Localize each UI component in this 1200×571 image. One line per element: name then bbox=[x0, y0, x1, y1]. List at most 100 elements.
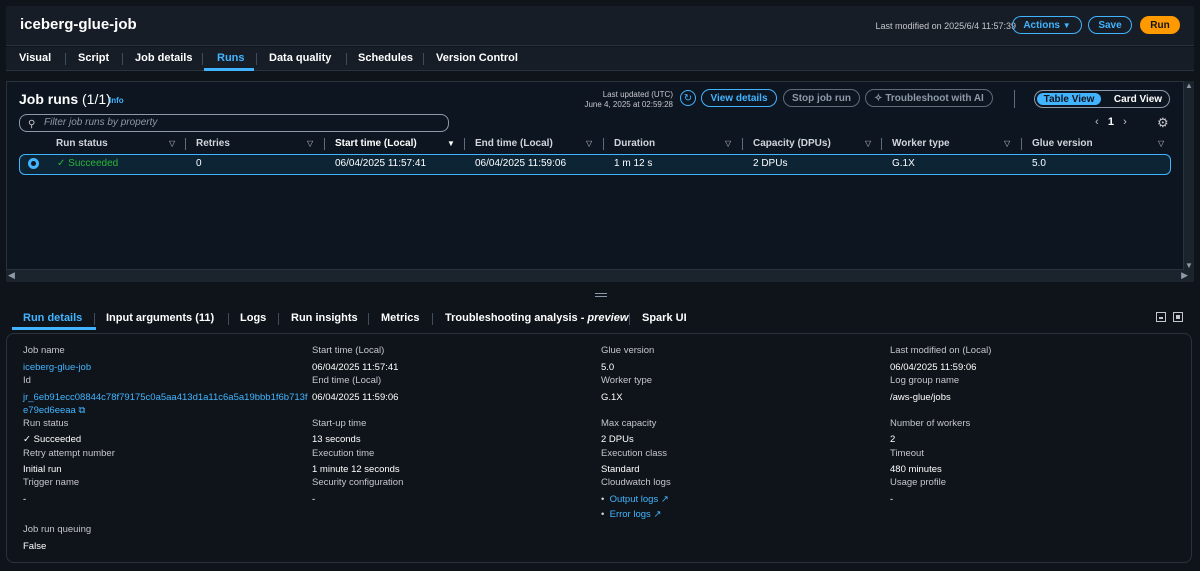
sort-icon[interactable]: ▽ bbox=[865, 139, 871, 148]
start-value: 06/04/2025 11:57:41 bbox=[312, 362, 399, 373]
workers-value: 2 bbox=[890, 434, 896, 445]
prev-page-icon[interactable]: ‹ bbox=[1095, 116, 1099, 128]
tab-run-details[interactable]: Run details bbox=[23, 312, 82, 324]
sort-icon[interactable]: ▽ bbox=[307, 139, 313, 148]
exec-label: Execution time bbox=[312, 448, 375, 459]
table-row[interactable] bbox=[19, 154, 1171, 175]
column-divider bbox=[324, 138, 325, 150]
gear-icon[interactable]: ⚙ bbox=[1157, 115, 1169, 131]
tab-version-control[interactable]: Version Control bbox=[436, 52, 518, 64]
trigger-value: - bbox=[23, 494, 27, 505]
tab-divider bbox=[228, 313, 229, 325]
tab-input-arguments[interactable]: Input arguments (11) bbox=[106, 312, 214, 324]
glue-version-cell: 5.0 bbox=[1032, 158, 1046, 169]
capacity-cell: 2 DPUs bbox=[753, 158, 788, 169]
trigger-label: Trigger name bbox=[23, 477, 80, 488]
job-name-link[interactable]: iceberg-glue-job bbox=[23, 362, 91, 373]
tab-metrics[interactable]: Metrics bbox=[381, 312, 420, 324]
run-id-link-cont[interactable]: e79ed6eeaa ⧉ bbox=[23, 405, 85, 416]
tab-script[interactable]: Script bbox=[78, 52, 109, 64]
glue-value: 5.0 bbox=[601, 362, 615, 373]
info-link[interactable]: Info bbox=[109, 96, 124, 105]
output-logs-link[interactable]: • Output logs ↗ bbox=[601, 494, 669, 505]
current-page[interactable]: 1 bbox=[1108, 116, 1114, 128]
col-end-time[interactable]: End time (Local) bbox=[475, 138, 553, 149]
tab-run-insights[interactable]: Run insights bbox=[291, 312, 358, 324]
tab-divider bbox=[256, 53, 257, 65]
exec-value: 1 minute 12 seconds bbox=[312, 464, 400, 475]
scroll-left-icon[interactable]: ◀ bbox=[8, 270, 15, 281]
glue-label: Glue version bbox=[601, 345, 655, 356]
col-start-time[interactable]: Start time (Local) bbox=[335, 138, 417, 149]
tab-divider bbox=[346, 53, 347, 65]
end-value: 06/04/2025 11:59:06 bbox=[312, 392, 399, 403]
tab-logs[interactable]: Logs bbox=[240, 312, 266, 324]
col-run-status[interactable]: Run status bbox=[56, 138, 108, 149]
split-view-bar bbox=[1159, 315, 1163, 319]
stop-job-run-button[interactable]: Stop job run bbox=[783, 89, 860, 107]
resize-handle[interactable] bbox=[595, 293, 607, 297]
loggroup-value: /aws-glue/jobs bbox=[890, 392, 951, 403]
filter-input[interactable]: ⚲ Filter job runs by property bbox=[19, 114, 449, 132]
tab-runs[interactable]: Runs bbox=[217, 52, 245, 64]
column-divider bbox=[742, 138, 743, 150]
caret-down-icon: ▼ bbox=[1062, 20, 1071, 30]
col-glue-version[interactable]: Glue version bbox=[1032, 138, 1093, 149]
table-view-toggle[interactable]: Table View bbox=[1037, 93, 1101, 105]
troubleshoot-ai-button[interactable]: ✧ Troubleshoot with AI bbox=[865, 89, 993, 107]
refresh-icon[interactable]: ↻ bbox=[680, 90, 696, 106]
sort-icon[interactable]: ▽ bbox=[725, 139, 731, 148]
col-retries[interactable]: Retries bbox=[196, 138, 230, 149]
maximize-icon[interactable] bbox=[1173, 312, 1183, 322]
sort-icon[interactable]: ▽ bbox=[1158, 139, 1164, 148]
sort-icon[interactable]: ▽ bbox=[1004, 139, 1010, 148]
tab-visual[interactable]: Visual bbox=[19, 52, 51, 64]
next-page-icon[interactable]: › bbox=[1123, 116, 1127, 128]
tab-job-details[interactable]: Job details bbox=[135, 52, 192, 64]
check-circle-icon: ✓ bbox=[57, 158, 66, 169]
sort-desc-icon[interactable]: ▼ bbox=[447, 139, 455, 148]
scroll-right-icon[interactable]: ▶ bbox=[1181, 270, 1188, 281]
vertical-scrollbar[interactable]: ▲ ▼ bbox=[1184, 81, 1194, 270]
view-details-button[interactable]: View details bbox=[701, 89, 777, 107]
run-button[interactable]: Run bbox=[1140, 16, 1180, 34]
last-modified: Last modified on 2025/6/4 11:57:39 bbox=[875, 21, 1016, 31]
scroll-down-icon[interactable]: ▼ bbox=[1185, 261, 1193, 270]
save-button[interactable]: Save bbox=[1088, 16, 1132, 34]
horizontal-scrollbar[interactable]: ◀ ▶ bbox=[6, 270, 1194, 282]
cloudwatch-label: Cloudwatch logs bbox=[601, 477, 671, 488]
col-duration[interactable]: Duration bbox=[614, 138, 655, 149]
retry-label: Retry attempt number bbox=[23, 448, 115, 459]
usage-label: Usage profile bbox=[890, 477, 946, 488]
view-toggle: Table View Card View bbox=[1034, 90, 1170, 108]
actions-button[interactable]: Actions ▼ bbox=[1012, 16, 1082, 34]
row-radio[interactable] bbox=[28, 158, 39, 169]
tab-divider bbox=[368, 313, 369, 325]
sort-icon[interactable]: ▽ bbox=[169, 139, 175, 148]
split-view-icon[interactable] bbox=[1156, 312, 1166, 322]
error-logs-link[interactable]: • Error logs ↗ bbox=[601, 509, 661, 520]
run-id-link[interactable]: jr_6eb91ecc08844c78f79175c0a5aa413d1a11c… bbox=[23, 392, 308, 403]
sort-icon[interactable]: ▽ bbox=[586, 139, 592, 148]
tab-divider bbox=[278, 313, 279, 325]
scroll-up-icon[interactable]: ▲ bbox=[1185, 81, 1193, 90]
end-label: End time (Local) bbox=[312, 375, 382, 386]
tab-troubleshooting-analysis[interactable]: Troubleshooting analysis - preview bbox=[445, 312, 628, 324]
run-status-label: Run status bbox=[23, 418, 69, 429]
check-circle-icon: ✓ bbox=[23, 434, 31, 445]
tab-schedules[interactable]: Schedules bbox=[358, 52, 413, 64]
tab-divider bbox=[629, 313, 630, 325]
copy-icon[interactable]: ⧉ bbox=[78, 405, 85, 416]
execclass-value: Standard bbox=[601, 464, 640, 475]
detail-tabs: Run details Input arguments (11) Logs Ru… bbox=[6, 306, 1194, 330]
startup-value: 13 seconds bbox=[312, 434, 361, 445]
tab-spark-ui[interactable]: Spark UI bbox=[642, 312, 687, 324]
tab-divider bbox=[122, 53, 123, 65]
run-status-value: ✓ Succeeded bbox=[23, 434, 82, 445]
card-view-toggle[interactable]: Card View bbox=[1109, 93, 1167, 105]
col-capacity[interactable]: Capacity (DPUs) bbox=[753, 138, 831, 149]
tab-data-quality[interactable]: Data quality bbox=[269, 52, 331, 64]
worker-label: Worker type bbox=[601, 375, 653, 386]
col-worker-type[interactable]: Worker type bbox=[892, 138, 950, 149]
page-header: iceberg-glue-job Last modified on 2025/6… bbox=[6, 6, 1194, 46]
